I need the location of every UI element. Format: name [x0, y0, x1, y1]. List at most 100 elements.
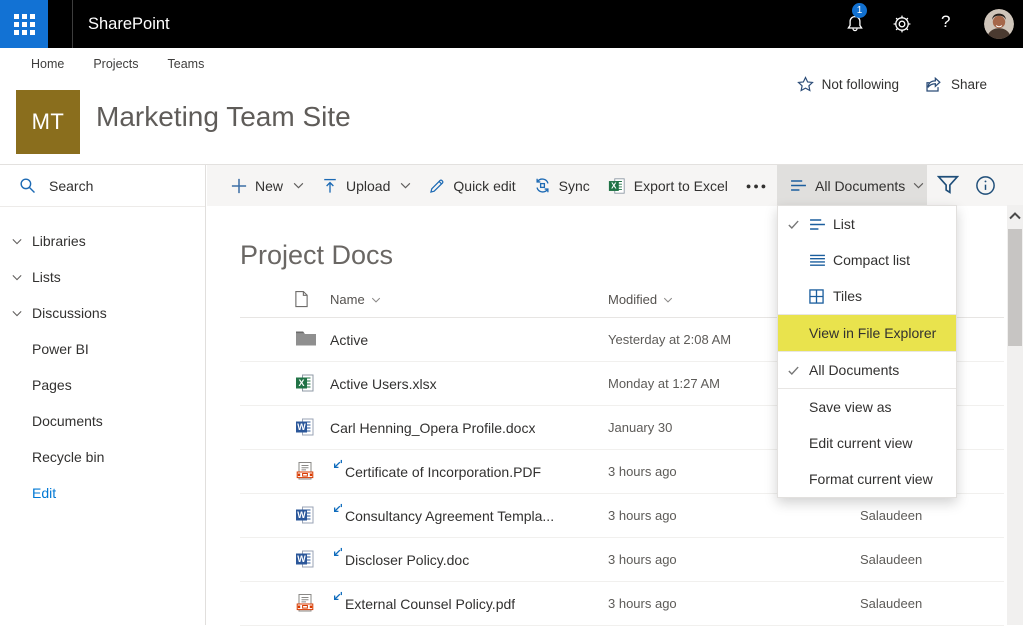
sidebar-item-lists[interactable]: Lists: [0, 259, 205, 295]
sidebar-item-discussions[interactable]: Discussions: [0, 295, 205, 331]
quick-edit-button[interactable]: Quick edit: [429, 178, 515, 194]
settings-gear-icon[interactable]: [892, 14, 912, 34]
chevron-down-icon: [913, 182, 924, 189]
more-commands-button[interactable]: ●●●: [746, 181, 768, 191]
column-header-name[interactable]: Name: [330, 292, 381, 307]
breadcrumb-item-projects[interactable]: Projects: [93, 57, 138, 71]
user-avatar[interactable]: [984, 9, 1014, 39]
help-icon[interactable]: ?: [941, 12, 950, 32]
left-navigation: Libraries Lists DiscussionsPower BIPagesDo…: [0, 165, 206, 625]
chevron-down-icon: [400, 182, 411, 189]
sidebar-item-libraries[interactable]: Libraries: [0, 223, 205, 259]
compact-list-icon: [809, 254, 833, 267]
file-name-text: External Counsel Policy.pdf: [345, 596, 515, 612]
filter-icon[interactable]: [937, 175, 959, 195]
modified-by: Salaudeen: [860, 494, 922, 537]
breadcrumb-item-teams[interactable]: Teams: [168, 57, 205, 71]
file-name-link[interactable]: Discloser Policy.doc: [330, 538, 469, 581]
sidebar-item-label: Libraries: [32, 233, 86, 249]
star-icon[interactable]: [797, 76, 814, 93]
follow-share-row: Not following Share: [797, 76, 987, 93]
share-button[interactable]: Share: [951, 77, 987, 92]
scroll-up-arrow-icon[interactable]: [1009, 212, 1021, 220]
suite-bar: SharePoint 1 ?: [0, 0, 1023, 48]
sidebar-item-documents[interactable]: Documents: [0, 403, 205, 439]
folder-icon: [295, 329, 317, 347]
check-icon: [778, 364, 809, 377]
chevron-down-icon[interactable]: [12, 274, 32, 281]
view-menu-item-compact-list[interactable]: Compact list: [778, 242, 956, 278]
modified-date: 3 hours ago: [608, 494, 677, 537]
menu-item-label: Edit current view: [809, 435, 912, 451]
file-type-column-icon[interactable]: [294, 290, 309, 308]
modified-date: 3 hours ago: [608, 538, 677, 581]
modified-date: January 30: [608, 406, 672, 449]
app-launcher-button[interactable]: [0, 0, 48, 48]
breadcrumb: Home Projects Teams: [0, 48, 1023, 79]
file-name-link[interactable]: Consultancy Agreement Templa...: [330, 494, 554, 537]
column-header-modified[interactable]: Modified: [608, 292, 673, 307]
new-button[interactable]: New: [231, 178, 304, 194]
plus-icon: [231, 178, 247, 194]
search-input[interactable]: [47, 177, 171, 195]
view-menu-item-tiles[interactable]: Tiles: [778, 278, 956, 314]
file-name-text: Active: [330, 332, 368, 348]
svg-text:W: W: [297, 554, 306, 564]
view-menu-item-all-documents[interactable]: All Documents: [778, 352, 956, 388]
sidebar-item-recycle-bin[interactable]: Recycle bin: [0, 439, 205, 475]
search-icon: [19, 177, 36, 194]
file-name-link[interactable]: Certificate of Incorporation.PDF: [330, 450, 541, 493]
file-name-link[interactable]: Carl Henning_Opera Profile.docx: [330, 406, 535, 449]
view-menu-item-format-current-view[interactable]: Format current view: [778, 461, 956, 497]
breadcrumb-item-home[interactable]: Home: [31, 57, 64, 71]
menu-item-label: Compact list: [833, 252, 910, 268]
export-to-excel-button[interactable]: X Export to Excel: [608, 177, 728, 195]
table-row[interactable]: W Consultancy Agreement Templa... 3 hours …: [240, 494, 1004, 538]
svg-text:X: X: [298, 378, 304, 388]
view-menu-item-edit-current-view[interactable]: Edit current view: [778, 425, 956, 461]
new-badge-icon: [330, 591, 343, 604]
site-logo-tile[interactable]: MT: [16, 90, 80, 154]
sidebar-item-edit[interactable]: Edit: [0, 475, 205, 511]
info-icon[interactable]: [975, 175, 996, 196]
chevron-down-icon[interactable]: [12, 310, 32, 317]
file-name-link[interactable]: External Counsel Policy.pdf: [330, 582, 515, 625]
view-menu-item-list[interactable]: List: [778, 206, 956, 242]
sidebar-item-label: Recycle bin: [32, 449, 104, 465]
new-badge-icon: [330, 459, 343, 472]
search-box[interactable]: [0, 165, 205, 207]
menu-item-label: Save view as: [809, 399, 891, 415]
chevron-down-icon: [293, 182, 304, 189]
view-menu-item-save-view-as[interactable]: Save view as: [778, 389, 956, 425]
table-row[interactable]: External Counsel Policy.pdf3 hours agoSa…: [240, 582, 1004, 626]
sidebar-item-label: Lists: [32, 269, 61, 285]
excel-file-icon: X: [295, 373, 315, 393]
tiles-icon: [809, 289, 833, 304]
chevron-down-icon[interactable]: [12, 238, 32, 245]
share-icon[interactable]: [925, 76, 943, 93]
menu-item-label: Tiles: [833, 288, 862, 304]
notification-count-badge[interactable]: 1: [852, 3, 867, 18]
new-badge-icon: [330, 547, 343, 560]
waffle-icon: [14, 14, 35, 35]
view-menu-item-view-in-file-explorer[interactable]: View in File Explorer: [778, 315, 956, 351]
pdf-file-icon: [295, 593, 315, 613]
table-row[interactable]: WDiscloser Policy.doc3 hours agoSalaudee…: [240, 538, 1004, 582]
word-file-icon: W: [295, 505, 315, 525]
menu-item-label: List: [833, 216, 855, 232]
svg-text:W: W: [297, 422, 306, 432]
upload-button[interactable]: Upload: [322, 178, 411, 194]
sidebar-item-power-bi[interactable]: Power BI: [0, 331, 205, 367]
file-name-text: Consultancy Agreement Templa...: [345, 508, 554, 524]
view-selector-button[interactable]: All Documents: [777, 165, 927, 206]
library-title: Project Docs: [240, 240, 393, 271]
file-name-link[interactable]: Active Users.xlsx: [330, 362, 437, 405]
sync-button[interactable]: Sync: [534, 177, 590, 194]
file-name-link[interactable]: Active: [330, 318, 368, 361]
sidebar-item-pages[interactable]: Pages: [0, 367, 205, 403]
word-file-icon: W: [295, 549, 315, 569]
vertical-scrollbar[interactable]: [1007, 205, 1023, 625]
follow-button[interactable]: Not following: [822, 77, 899, 92]
sidebar-nav: Libraries Lists DiscussionsPower BIPagesDo…: [0, 223, 205, 511]
scrollbar-thumb[interactable]: [1008, 229, 1022, 346]
